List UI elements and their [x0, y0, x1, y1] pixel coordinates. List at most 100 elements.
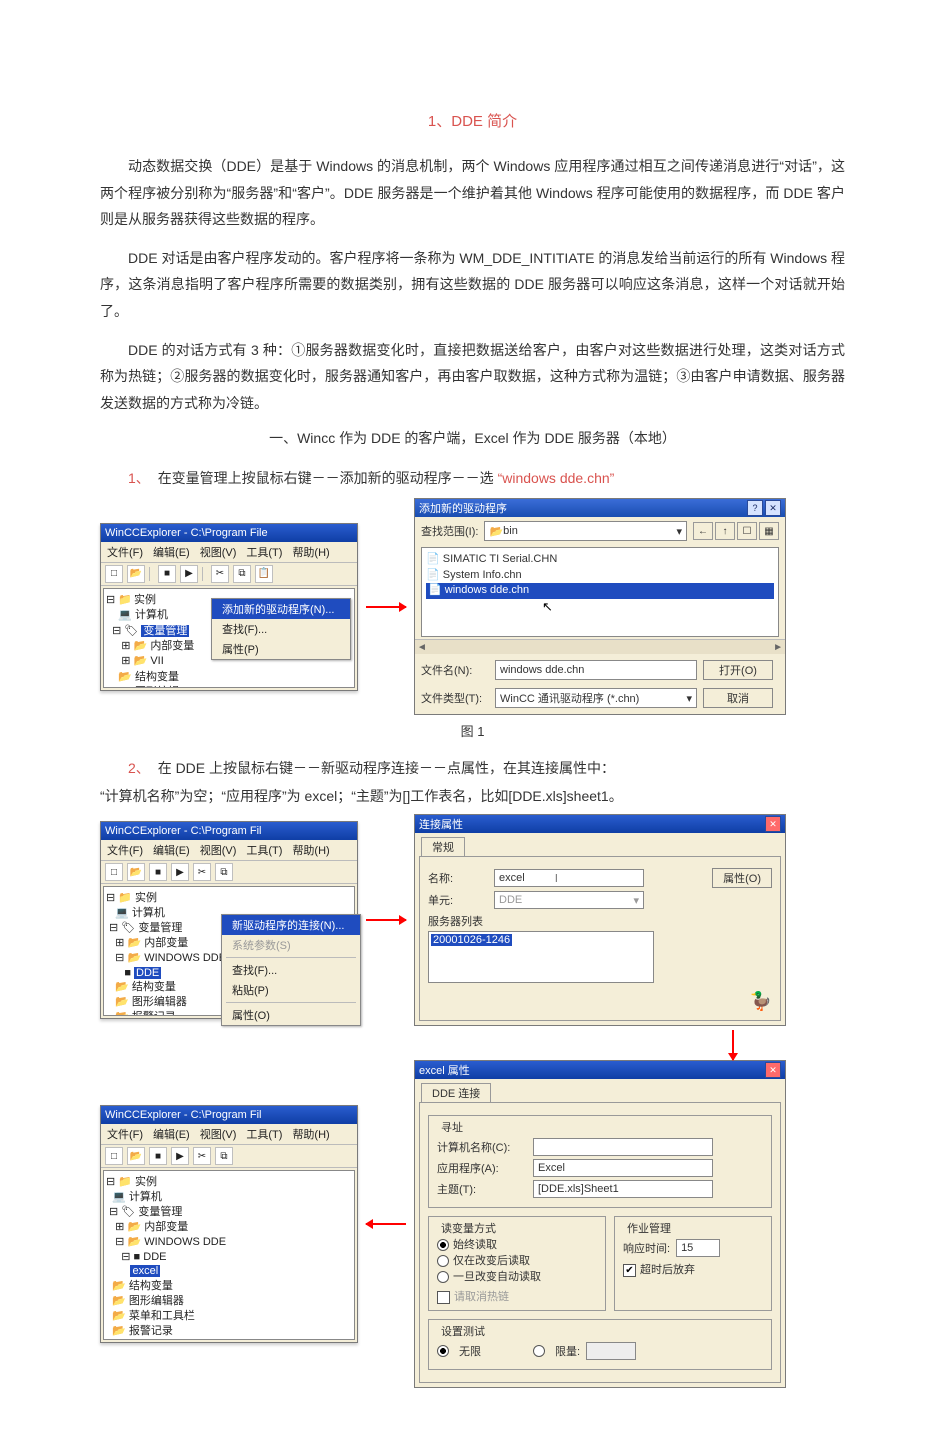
- close-icon[interactable]: ✕: [765, 500, 781, 516]
- open-file-dialog: 添加新的驱动程序 ? ✕ 查找范围(I): 📂 bin▾ ← ↑ ☐ ▦ 📄 S…: [414, 498, 786, 715]
- tool-run-icon[interactable]: ■: [158, 565, 176, 583]
- file-list[interactable]: 📄 SIMATIC TI Serial.CHN 📄 System Info.ch…: [421, 547, 779, 637]
- radio-onchange[interactable]: [437, 1255, 453, 1267]
- tool2-play-icon[interactable]: ▶: [171, 863, 189, 881]
- app-input[interactable]: Excel: [533, 1159, 713, 1177]
- excelprops-tab[interactable]: DDE 连接: [421, 1083, 491, 1102]
- wincc3-tree[interactable]: ⊟ 📁 实例 💻 计算机 ⊟ 🏷 变量管理 ⊞ 📂 内部变量 ⊟ 📂 WINDO…: [103, 1170, 355, 1340]
- wincc1-menubar[interactable]: 文件(F) 编辑(E) 视图(V) 工具(T) 帮助(H): [101, 542, 357, 563]
- menu-edit[interactable]: 编辑(E): [153, 544, 190, 560]
- menu2-tools[interactable]: 工具(T): [246, 842, 282, 858]
- t2-graphic[interactable]: 图形编辑器: [132, 996, 187, 1008]
- t2-varmgmt[interactable]: 变量管理: [138, 922, 182, 934]
- computer-input[interactable]: [533, 1138, 713, 1156]
- tree-struct[interactable]: 结构变量: [135, 671, 179, 683]
- ctx-find[interactable]: 查找(F)...: [212, 619, 350, 639]
- wincc1-context-menu[interactable]: 添加新的驱动程序(N)... 查找(F)... 属性(P): [211, 598, 351, 660]
- openfile-titlebar[interactable]: 添加新的驱动程序 ? ✕: [415, 499, 785, 517]
- wincc2-toolbar[interactable]: □ 📂 ■ ▶ ✂ ⧉: [101, 861, 357, 884]
- t2-dde[interactable]: DDE: [134, 967, 161, 979]
- topic-input[interactable]: [DDE.xls]Sheet1: [533, 1180, 713, 1198]
- tree-root[interactable]: 实例: [134, 594, 156, 606]
- radio-limited[interactable]: [533, 1345, 549, 1357]
- menu2-file[interactable]: 文件(F): [107, 842, 143, 858]
- server-entry[interactable]: 20001026-1246: [431, 934, 512, 946]
- wincc2-menubar[interactable]: 文件(F) 编辑(E) 视图(V) 工具(T) 帮助(H): [101, 840, 357, 861]
- tree-computer[interactable]: 计算机: [135, 609, 168, 621]
- tree-graphics[interactable]: 图形编辑: [135, 686, 179, 688]
- menu-file[interactable]: 文件(F): [107, 544, 143, 560]
- wincc1-titlebar[interactable]: WinCCExplorer - C:\Program File: [101, 524, 357, 542]
- lookin-field[interactable]: 📂 bin▾: [484, 521, 687, 541]
- excelprops-titlebar[interactable]: excel 属性 ✕: [415, 1061, 785, 1079]
- filename-field[interactable]: windows dde.chn: [495, 660, 697, 680]
- menu-view[interactable]: 视图(V): [200, 544, 237, 560]
- t2-windde[interactable]: WINDOWS DDE: [144, 952, 226, 964]
- filetype-field[interactable]: WinCC 通讯驱动程序 (*.chn)▾: [495, 688, 697, 708]
- ctx2-find[interactable]: 查找(F)...: [222, 960, 360, 980]
- tool-paste-icon[interactable]: 📋: [255, 565, 273, 583]
- ctx2-new-driver-conn[interactable]: 新驱动程序的连接(N)...: [222, 915, 360, 935]
- cancel-button[interactable]: 取消: [703, 688, 773, 708]
- nav-up-icon[interactable]: ↑: [715, 522, 735, 540]
- file-list-hscroll[interactable]: ◄►: [415, 639, 785, 654]
- arrow-right-icon: [366, 606, 406, 608]
- tool2-cut-icon[interactable]: ✂: [193, 863, 211, 881]
- connprops-tab-general[interactable]: 常规: [421, 837, 465, 856]
- t2-alarm[interactable]: 报警记录: [132, 1011, 176, 1016]
- t2-root[interactable]: 实例: [135, 892, 157, 904]
- wincc3-menubar[interactable]: 文件(F) 编辑(E) 视图(V) 工具(T) 帮助(H): [101, 1124, 357, 1145]
- help-icon[interactable]: ?: [747, 500, 763, 516]
- menu2-view[interactable]: 视图(V): [200, 842, 237, 858]
- t3-excel[interactable]: excel: [130, 1265, 160, 1277]
- tool-copy-icon[interactable]: ⧉: [233, 565, 251, 583]
- ctx2-props[interactable]: 属性(O): [222, 1005, 360, 1025]
- connprops-close-icon[interactable]: ✕: [765, 816, 781, 832]
- nav-newfolder-icon[interactable]: ☐: [737, 522, 757, 540]
- ctx2-paste[interactable]: 粘贴(P): [222, 980, 360, 1000]
- check-timeout[interactable]: [623, 1264, 640, 1277]
- connprops-titlebar[interactable]: 连接属性 ✕: [415, 815, 785, 833]
- tool-new-icon[interactable]: □: [105, 565, 123, 583]
- menu2-edit[interactable]: 编辑(E): [153, 842, 190, 858]
- radio-auto[interactable]: [437, 1271, 453, 1283]
- tool-play-icon[interactable]: ▶: [180, 565, 198, 583]
- tool2-open-icon[interactable]: 📂: [127, 863, 145, 881]
- tool-cut-icon[interactable]: ✂: [211, 565, 229, 583]
- tool2-new-icon[interactable]: □: [105, 863, 123, 881]
- radio-always[interactable]: [437, 1239, 453, 1251]
- tool2-run-icon[interactable]: ■: [149, 863, 167, 881]
- t2-computer[interactable]: 计算机: [132, 907, 165, 919]
- wincc2-context-menu[interactable]: 新驱动程序的连接(N)... 系统参数(S) 查找(F)... 粘贴(P) 属性…: [221, 914, 361, 1026]
- resp-input[interactable]: 15: [676, 1239, 720, 1257]
- file-item-2-selected[interactable]: 📄 windows dde.chn: [426, 583, 774, 598]
- tree-vii[interactable]: VII: [150, 655, 163, 667]
- radio-unlimited[interactable]: [437, 1345, 453, 1357]
- menu-tools[interactable]: 工具(T): [246, 544, 282, 560]
- wincc3-toolbar[interactable]: □📂 ■▶ ✂⧉: [101, 1145, 357, 1168]
- menu2-help[interactable]: 帮助(H): [292, 842, 329, 858]
- file-item-1[interactable]: 📄 System Info.chn: [426, 568, 774, 583]
- file-item-0[interactable]: 📄 SIMATIC TI Serial.CHN: [426, 552, 774, 567]
- t2-struct[interactable]: 结构变量: [132, 981, 176, 993]
- server-list[interactable]: 20001026-1246: [428, 931, 654, 983]
- ctx-add-driver[interactable]: 添加新的驱动程序(N)...: [212, 599, 350, 619]
- tool-open-icon[interactable]: 📂: [127, 565, 145, 583]
- wincc1-toolbar[interactable]: □ 📂 ■ ▶ ✂ ⧉ 📋: [101, 563, 357, 586]
- nav-viewmode-icon[interactable]: ▦: [759, 522, 779, 540]
- menu-help[interactable]: 帮助(H): [292, 544, 329, 560]
- tree-varmgmt[interactable]: 变量管理: [141, 625, 189, 637]
- tool2-copy-icon[interactable]: ⧉: [215, 863, 233, 881]
- wincc2-titlebar[interactable]: WinCCExplorer - C:\Program Fil: [101, 822, 357, 840]
- read-group-title: 读变量方式: [437, 1220, 500, 1236]
- open-button[interactable]: 打开(O): [703, 660, 773, 680]
- tree-internal[interactable]: 内部变量: [150, 640, 194, 652]
- t2-internal[interactable]: 内部变量: [144, 937, 188, 949]
- nav-back-icon[interactable]: ←: [693, 522, 713, 540]
- ctx-properties[interactable]: 属性(P): [212, 639, 350, 659]
- connprops-name-input[interactable]: excelⅠ: [494, 869, 644, 887]
- connprops-props-button[interactable]: 属性(O): [712, 868, 772, 888]
- excelprops-close-icon[interactable]: ✕: [765, 1062, 781, 1078]
- excelprops-title-text: excel 属性: [419, 1062, 470, 1078]
- wincc3-titlebar[interactable]: WinCCExplorer - C:\Program Fil: [101, 1106, 357, 1124]
